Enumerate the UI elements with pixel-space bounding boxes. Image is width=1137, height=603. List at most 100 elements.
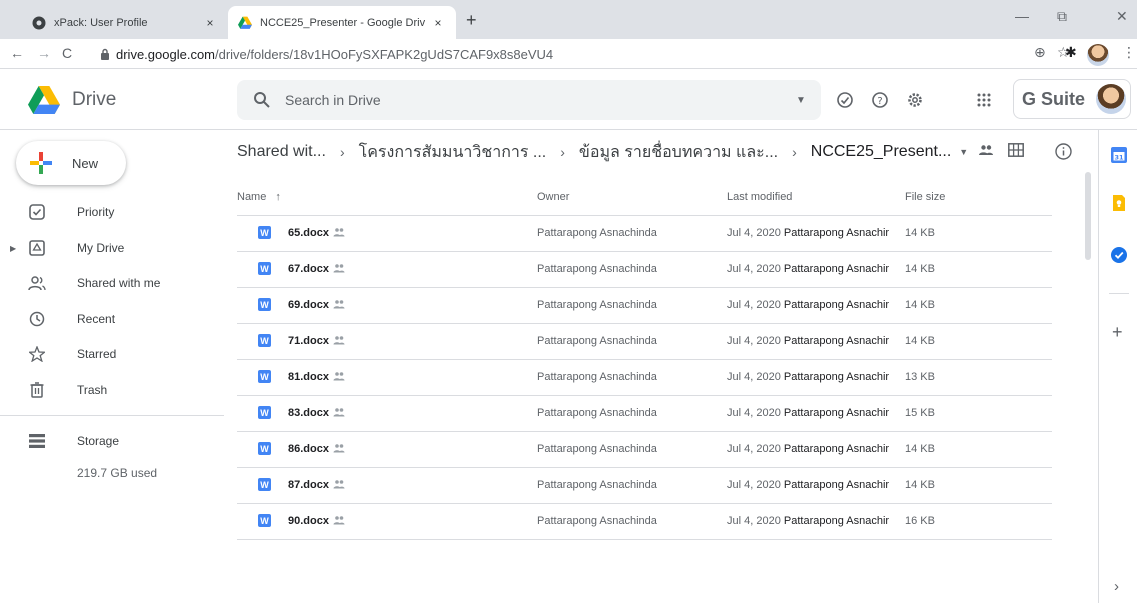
gsuite-account-switcher[interactable]: G Suite (1013, 79, 1131, 119)
new-tab-button[interactable]: + (466, 10, 477, 31)
close-window-icon[interactable]: ✕ (1116, 8, 1128, 25)
sidebar-item-storage[interactable]: Storage (0, 424, 225, 458)
file-size: 15 KB (905, 407, 935, 419)
file-size: 13 KB (905, 371, 935, 383)
calendar-icon[interactable]: 31 (1111, 147, 1127, 163)
grid-view-icon[interactable] (1008, 143, 1024, 161)
breadcrumb-item[interactable]: ข้อมูล รายชื่อบทความ และ... (579, 140, 778, 165)
file-row[interactable]: W 81.docx Pattarapong Asnachinda Jul 4, 202… (237, 360, 1052, 396)
sidebar-item-shared-with-me[interactable]: Shared with me (0, 266, 225, 300)
file-name: 90.docx (288, 515, 329, 527)
file-row[interactable]: W 69.docx Pattarapong Asnachinda Jul 4, 202… (237, 288, 1052, 324)
expand-arrow-icon[interactable]: ▶ (10, 244, 16, 253)
folder-dropdown-icon[interactable]: ▼ (959, 147, 968, 157)
file-last-modified: Jul 4, 2020 Pattarapong Asnachir (727, 515, 905, 527)
file-size: 14 KB (905, 443, 935, 455)
file-last-modified: Jul 4, 2020 Pattarapong Asnachir (727, 335, 905, 347)
account-avatar[interactable] (1096, 84, 1126, 114)
tab-close-icon[interactable]: × (430, 16, 446, 30)
tab-ncce25-presenter[interactable]: NCCE25_Presenter - Google Driv × (228, 6, 456, 39)
browser-profile-avatar[interactable] (1087, 44, 1109, 66)
breadcrumb-separator-icon: › (792, 144, 797, 160)
settings-gear-icon[interactable] (903, 88, 927, 112)
file-row[interactable]: W 83.docx Pattarapong Asnachinda Jul 4, 202… (237, 396, 1052, 432)
breadcrumb-current-folder[interactable]: NCCE25_Present... (811, 143, 952, 161)
offline-ready-icon[interactable] (833, 88, 857, 112)
browser-toolbar: ← → C drive.google.com/drive/folders/18v… (0, 39, 1137, 69)
scrollbar-thumb[interactable] (1085, 172, 1091, 260)
view-details-info-icon[interactable] (1055, 143, 1072, 164)
google-apps-grid-icon[interactable] (972, 88, 996, 112)
file-owner: Pattarapong Asnachinda (537, 371, 657, 383)
minimize-window-icon[interactable]: — (1015, 8, 1029, 24)
file-size: 14 KB (905, 335, 935, 347)
modified-by-user: Pattarapong Asnachir (783, 335, 890, 347)
file-name: 71.docx (288, 335, 329, 347)
column-header-owner[interactable]: Owner (537, 191, 569, 203)
file-owner: Pattarapong Asnachinda (537, 407, 657, 419)
file-row[interactable]: W 90.docx Pattarapong Asnachinda Jul 4, 202… (237, 504, 1052, 540)
modified-by-user: Pattarapong Asnachir (783, 515, 890, 527)
shared-folder-people-icon[interactable] (979, 143, 993, 160)
expand-side-panel-chevron-icon[interactable]: › (1114, 578, 1119, 595)
tab-xpack-user-profile[interactable]: xPack: User Profile × (22, 6, 228, 39)
reload-icon[interactable]: C (62, 45, 72, 61)
address-bar[interactable]: drive.google.com/drive/folders/18v1HOoFy… (100, 42, 1030, 66)
file-size: 14 KB (905, 479, 935, 491)
priority-icon (28, 203, 46, 221)
file-owner: Pattarapong Asnachinda (537, 335, 657, 347)
google-drive-logo-icon (28, 86, 60, 114)
file-name: 87.docx (288, 479, 329, 491)
file-size: 14 KB (905, 263, 935, 275)
forward-arrow-icon[interactable]: → (37, 45, 51, 61)
keep-notes-icon[interactable] (1111, 195, 1127, 211)
search-options-dropdown-icon[interactable]: ▼ (781, 95, 821, 106)
breadcrumb-item[interactable]: โครงการสัมมนาวิชาการ ... (359, 140, 547, 165)
modified-date: Jul 4, 2020 (727, 479, 781, 491)
shared-file-icon (333, 335, 345, 348)
drive-logo-text: Drive (72, 89, 117, 110)
file-row[interactable]: W 67.docx Pattarapong Asnachinda Jul 4, 202… (237, 252, 1052, 288)
file-row[interactable]: W 87.docx Pattarapong Asnachinda Jul 4, 202… (237, 468, 1052, 504)
new-button[interactable]: New (16, 141, 126, 185)
get-add-ons-plus-icon[interactable]: + (1112, 322, 1123, 343)
word-document-icon: W (258, 334, 271, 347)
file-row[interactable]: W 65.docx Pattarapong Asnachinda Jul 4, 202… (237, 216, 1052, 252)
back-arrow-icon[interactable]: ← (10, 45, 24, 61)
browser-menu-icon[interactable]: ⋮ (1122, 44, 1136, 61)
tab-title: xPack: User Profile (54, 16, 148, 29)
sidebar-item-priority[interactable]: Priority (0, 195, 225, 229)
file-row[interactable]: W 71.docx Pattarapong Asnachinda Jul 4, 202… (237, 324, 1052, 360)
sidebar-item-recent[interactable]: Recent (0, 302, 225, 336)
install-app-icon[interactable]: ⊕ (1034, 44, 1046, 61)
drive-logo[interactable]: Drive (28, 86, 116, 114)
column-header-last-modified[interactable]: Last modified (727, 191, 792, 203)
file-row[interactable]: W 86.docx Pattarapong Asnachinda Jul 4, 202… (237, 432, 1052, 468)
sidebar-item-label: Starred (77, 347, 117, 361)
my-drive-icon (28, 239, 46, 257)
file-owner: Pattarapong Asnachinda (537, 227, 657, 239)
shared-file-icon (333, 227, 345, 240)
sidebar-item-starred[interactable]: Starred (0, 337, 225, 371)
column-header-name[interactable]: Name ↑ (237, 191, 281, 203)
sidebar-item-label: Recent (77, 312, 116, 326)
sidebar-item-trash[interactable]: Trash (0, 373, 225, 407)
search-icon[interactable] (253, 91, 271, 109)
tab-close-icon[interactable]: × (202, 16, 218, 30)
search-input[interactable] (285, 92, 781, 108)
column-header-file-size[interactable]: File size (905, 191, 945, 203)
file-owner: Pattarapong Asnachinda (537, 515, 657, 527)
tasks-icon[interactable] (1111, 247, 1127, 263)
word-document-icon: W (258, 226, 271, 239)
help-icon[interactable]: ? (868, 88, 892, 112)
extensions-puzzle-icon[interactable]: ✱ (1065, 44, 1077, 61)
search-box[interactable]: ▼ (237, 80, 821, 120)
file-size: 14 KB (905, 227, 935, 239)
restore-window-icon[interactable]: ⧉ (1057, 8, 1067, 25)
file-name: 83.docx (288, 407, 329, 419)
sidebar-item-my-drive[interactable]: ▶ My Drive (0, 231, 225, 265)
new-button-label: New (72, 155, 99, 171)
sidebar-item-label: Trash (77, 383, 108, 397)
sort-ascending-arrow-icon[interactable]: ↑ (275, 191, 281, 203)
breadcrumb-item[interactable]: Shared wit... (237, 143, 326, 161)
